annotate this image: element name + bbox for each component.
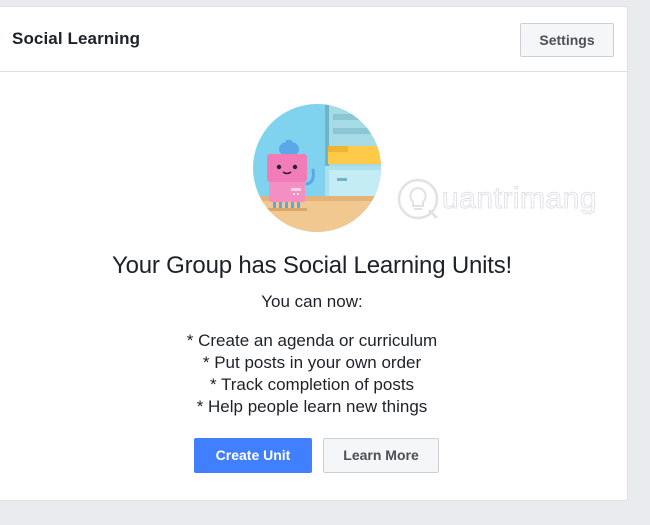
- card-header: Social Learning Settings: [0, 7, 627, 72]
- learn-more-button[interactable]: Learn More: [323, 438, 439, 473]
- card-title: Social Learning: [12, 29, 141, 48]
- feature-list: * Create an agenda or curriculum * Put p…: [0, 330, 624, 418]
- watermark-text: uantrimang: [441, 182, 598, 216]
- feature-item: * Create an agenda or curriculum: [186, 331, 438, 350]
- robot-learning-icon: [253, 104, 381, 232]
- settings-button[interactable]: Settings: [520, 23, 614, 57]
- feature-item: * Help people learn new things: [196, 397, 428, 416]
- subheading: You can now:: [261, 292, 363, 311]
- create-unit-button[interactable]: Create Unit: [194, 438, 312, 473]
- headline: Your Group has Social Learning Units!: [112, 252, 512, 279]
- lightbulb-icon: [397, 178, 439, 220]
- robot-learning-illustration: [253, 104, 381, 232]
- feature-item: * Put posts in your own order: [202, 353, 422, 372]
- feature-item: * Track completion of posts: [209, 375, 415, 394]
- watermark: uantrimang: [396, 176, 597, 222]
